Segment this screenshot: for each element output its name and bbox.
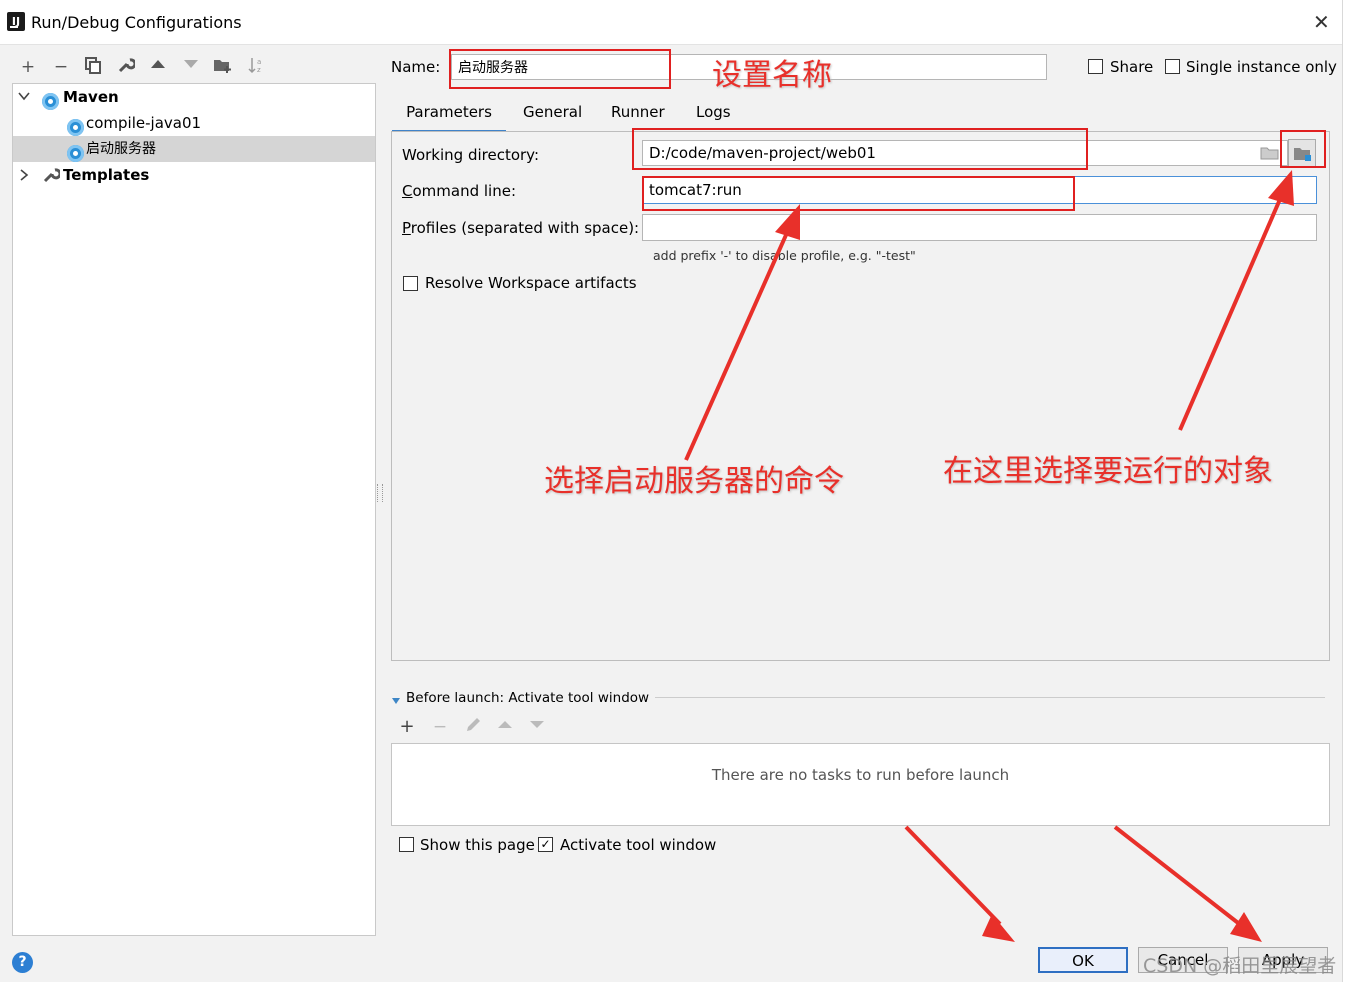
annotation-choose-command: 选择启动服务器的命令 <box>544 464 844 499</box>
annotation-set-name: 设置名称 <box>712 58 832 93</box>
watermark: CSDN @稻田里展望者 <box>1143 955 1337 977</box>
annotation-choose-target: 在这里选择要运行的对象 <box>943 454 1273 489</box>
